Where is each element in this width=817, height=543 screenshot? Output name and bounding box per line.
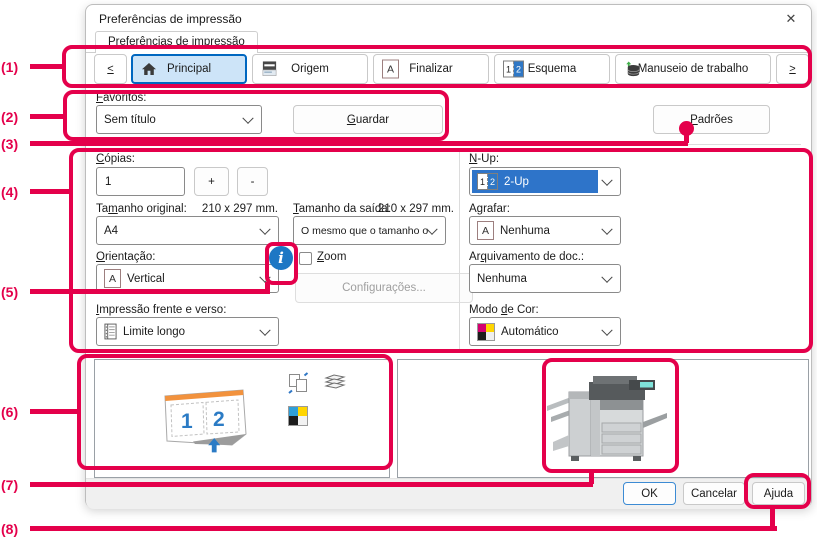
callout-line-2 xyxy=(30,114,64,119)
callout-label-1: (1) xyxy=(1,59,19,75)
callout-stub-8 xyxy=(770,507,775,528)
callout-box-4-settings xyxy=(69,148,813,353)
callout-box-7-printer xyxy=(542,358,679,473)
callout-line-6 xyxy=(30,409,78,414)
callout-box-2-favorites xyxy=(63,90,449,141)
callout-label-7: (7) xyxy=(1,477,19,493)
callout-label-4: (4) xyxy=(1,184,19,200)
callout-label-8: (8) xyxy=(1,521,19,537)
callout-line-3 xyxy=(30,141,688,146)
callout-box-5-info xyxy=(265,242,298,285)
callout-line-8 xyxy=(30,526,777,531)
cancel-button[interactable]: Cancelar xyxy=(683,482,745,505)
callout-label-5: (5) xyxy=(1,284,19,300)
callout-line-4 xyxy=(30,189,70,194)
callout-box-6-preview xyxy=(77,354,393,470)
callout-box-1-tabs xyxy=(62,45,812,88)
close-icon[interactable]: ✕ xyxy=(781,9,801,29)
callout-label-6: (6) xyxy=(1,404,19,420)
callout-line-7 xyxy=(30,482,593,487)
window-title: Preferências de impressão xyxy=(99,12,242,26)
callout-stub-7 xyxy=(589,470,594,484)
callout-line-1 xyxy=(30,64,63,69)
screenshot-canvas: Preferências de impressão ✕ Preferências… xyxy=(0,0,817,543)
callout-stub-3 xyxy=(684,130,689,143)
callout-label-3: (3) xyxy=(1,136,19,152)
callout-label-2: (2) xyxy=(1,109,19,125)
callout-stub-5 xyxy=(265,282,270,291)
callout-box-8-help xyxy=(744,473,811,509)
defaults-button[interactable]: Padrões xyxy=(653,105,770,134)
ok-button[interactable]: OK xyxy=(623,482,676,505)
